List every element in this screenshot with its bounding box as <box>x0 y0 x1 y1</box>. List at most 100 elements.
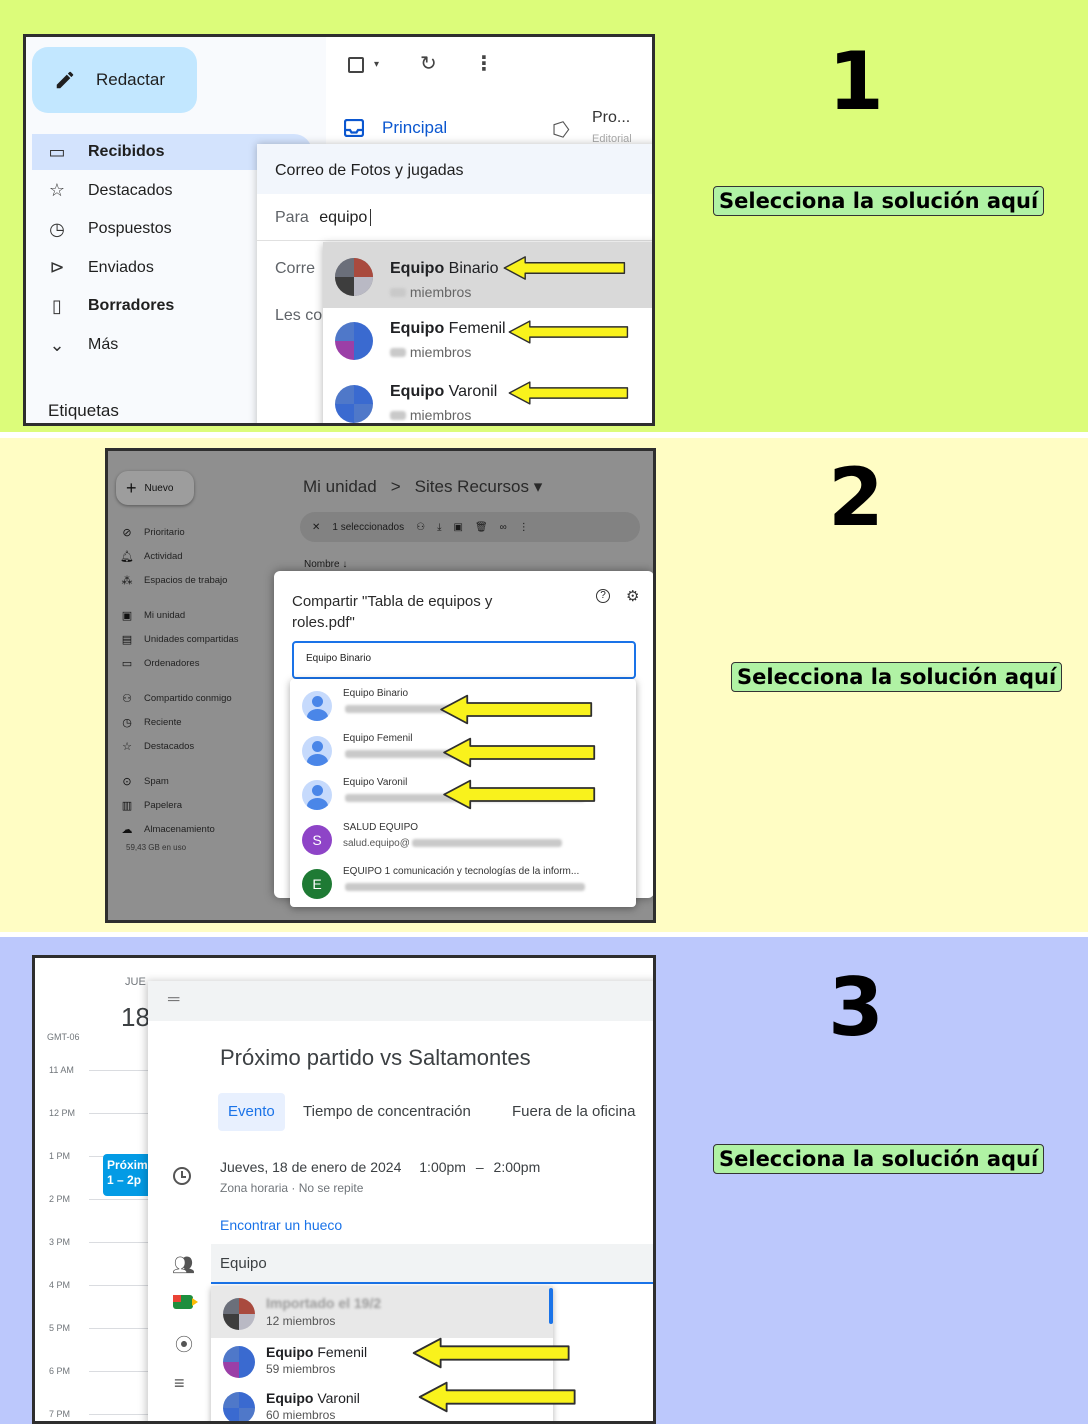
group-logo-avatar <box>335 322 373 360</box>
hour-gridline <box>89 1328 149 1329</box>
tab-evento[interactable]: Evento <box>218 1093 285 1131</box>
sidebar-item-recibidos[interactable]: ▭ Recibidos <box>48 134 164 170</box>
time-dash: – <box>475 1159 484 1175</box>
select-solution-button[interactable]: Selecciona la solución aquí <box>713 186 1045 216</box>
selection-toolbar: ✕ 1 seleccionados ⚇ ⤓ ▣ 🗑 ∞ ⋮ <box>300 512 640 542</box>
sidebar-item-enviados[interactable]: ⊳ Enviados <box>48 250 153 286</box>
group-logo-avatar <box>223 1346 255 1378</box>
select-solution-button[interactable]: Selecciona la solución aquí <box>731 662 1063 692</box>
link-icon[interactable]: ∞ <box>500 522 507 533</box>
panel-number: 1 <box>828 35 884 128</box>
guest-suggestion[interactable]: Importado el 19/2 12 miembros <box>211 1286 553 1338</box>
star-icon: ☆ <box>48 180 66 201</box>
drive-nav-item[interactable]: ⁂ Espacios de trabajo <box>120 571 228 589</box>
hour-label: 4 PM <box>49 1280 71 1290</box>
drive-nav-item[interactable]: ☆ Destacados <box>120 737 194 755</box>
pointer-arrow <box>508 316 630 348</box>
sidebar-item-label: Borradores <box>88 297 175 315</box>
storage-text: 59,43 GB en uso <box>126 843 187 852</box>
share-result-row[interactable]: S SALUD EQUIPO salud.equipo@ <box>290 817 636 861</box>
share-search-input[interactable]: Equipo Binario <box>292 641 636 679</box>
gmail-screenshot: Redactar ▭ Recibidos ☆ Destacados ◷ Pospuesto… <box>23 34 655 426</box>
event-date[interactable]: Jueves, 18 de enero de 2024 <box>220 1159 401 1175</box>
start-time[interactable]: 1:00pm <box>419 1159 466 1175</box>
sidebar-item-borradores[interactable]: ▯ Borradores <box>48 288 174 324</box>
hour-gridline <box>89 1199 149 1200</box>
suggestion-name-rest: Varonil <box>444 383 498 400</box>
hour-label: 12 PM <box>49 1108 76 1118</box>
event-title[interactable]: Próximo partido vs Saltamontes <box>220 1045 531 1071</box>
compose-label: Redactar <box>96 70 165 89</box>
tab-tiempo-concentracion[interactable]: Tiempo de concentración <box>303 1103 471 1120</box>
check-circle-icon: ⊘ <box>122 526 132 539</box>
shared-drive-icon: ▤ <box>121 633 133 646</box>
refresh-icon[interactable]: ↻ <box>420 51 437 76</box>
group-logo-avatar <box>223 1392 255 1421</box>
share-result-row[interactable]: E EQUIPO 1 comunicación y tecnologías de … <box>290 861 636 905</box>
guest-name-bold: Equipo <box>266 1390 314 1406</box>
breadcrumb-root[interactable]: Mi unidad <box>303 477 377 497</box>
chevron-down-icon: ⌄ <box>49 334 65 355</box>
compose-button[interactable]: Redactar <box>32 47 197 113</box>
pointer-arrow <box>430 779 610 810</box>
selected-count: 1 seleccionados <box>332 521 405 533</box>
select-dropdown-icon[interactable]: ▾ <box>374 59 379 70</box>
hour-gridline <box>89 1113 149 1114</box>
scrollbar[interactable] <box>549 1288 553 1324</box>
sidebar-item-label: Recibidos <box>88 143 165 160</box>
column-name[interactable]: Nombre ↓ <box>304 559 347 570</box>
more-vert-icon[interactable]: ⋮ <box>474 51 494 76</box>
timezone-repeat[interactable]: Zona horaria · No se repite <box>220 1181 363 1195</box>
find-slot-link[interactable]: Encontrar un hueco <box>220 1217 342 1233</box>
tab-fuera-oficina[interactable]: Fuera de la oficina <box>512 1103 635 1120</box>
drive-nav-label: Papelera <box>144 799 183 811</box>
pointer-arrow <box>430 737 610 768</box>
drive-nav-item[interactable]: ▥ Papelera <box>120 796 182 814</box>
end-time[interactable]: 2:00pm <box>494 1159 541 1175</box>
drive-nav-label: Actividad <box>144 550 183 562</box>
guest-input[interactable]: Equipo <box>211 1244 653 1284</box>
share-result-name: Equipo Binario <box>343 688 409 699</box>
breadcrumb-separator: > <box>390 477 401 496</box>
tab-principal[interactable]: Principal <box>344 113 447 143</box>
drive-nav-label: Reciente <box>144 716 182 728</box>
drag-handle-icon[interactable]: ═ <box>168 991 179 1009</box>
help-icon[interactable]: ? <box>596 589 610 603</box>
tab-promo-label[interactable]: Pro... <box>592 109 630 127</box>
breadcrumb-folder[interactable]: Sites Recursos ▾ <box>415 477 543 497</box>
settings-gear-icon[interactable]: ⚙ <box>626 587 639 605</box>
hour-label: 1 PM <box>49 1151 71 1161</box>
guest-name-rest: Femenil <box>313 1344 368 1360</box>
drive-nav-item[interactable]: ▣ Mi unidad <box>120 606 185 624</box>
new-button[interactable]: + Nuevo <box>116 471 194 505</box>
share-icon[interactable]: ⚇ <box>416 522 425 533</box>
trash-icon: ▥ <box>121 799 133 812</box>
drive-nav-item[interactable]: ▭ Ordenadores <box>120 654 200 672</box>
download-icon[interactable]: ⤓ <box>437 522 441 533</box>
drive-nav-label: Spam <box>144 775 169 787</box>
move-icon[interactable]: ▣ <box>454 522 463 533</box>
delete-icon[interactable]: 🗑 <box>475 522 488 533</box>
sidebar-item-más[interactable]: ⌄ Más <box>48 327 118 363</box>
share-result-name: Equipo Varonil <box>343 777 408 788</box>
close-selection-icon[interactable]: ✕ <box>312 522 320 533</box>
dialog-title: Compartir "Tabla de equipos y roles.pdf" <box>292 593 493 631</box>
drive-nav-label: Almacenamiento <box>144 823 215 835</box>
panel-number: 2 <box>828 451 884 544</box>
to-row[interactable]: Para equipo <box>275 209 372 227</box>
date-time-row[interactable]: Jueves, 18 de enero de 2024 1:00pm – 2:0… <box>220 1159 540 1175</box>
sidebar-item-pospuestos[interactable]: ◷ Pospuestos <box>48 211 171 247</box>
drive-nav-item[interactable]: ☁ Almacenamiento <box>120 820 215 838</box>
group-logo-avatar <box>335 385 373 423</box>
drive-nav-item[interactable]: ⊘ Prioritario <box>120 523 184 541</box>
drive-nav-item[interactable]: ⊙ Spam <box>120 772 169 790</box>
select-checkbox[interactable] <box>348 57 364 73</box>
hour-label: 6 PM <box>49 1366 71 1376</box>
select-solution-button[interactable]: Selecciona la solución aquí <box>713 1144 1045 1174</box>
sidebar-item-destacados[interactable]: ☆ Destacados <box>48 173 173 209</box>
more-vert-icon[interactable]: ⋮ <box>519 522 529 533</box>
drive-nav-item[interactable]: 🔔︎ Actividad <box>120 547 183 565</box>
drive-nav-item[interactable]: ◷ Reciente <box>120 713 182 731</box>
drive-nav-item[interactable]: ▤ Unidades compartidas <box>120 630 239 648</box>
drive-nav-item[interactable]: ⚇ Compartido conmigo <box>120 689 232 707</box>
